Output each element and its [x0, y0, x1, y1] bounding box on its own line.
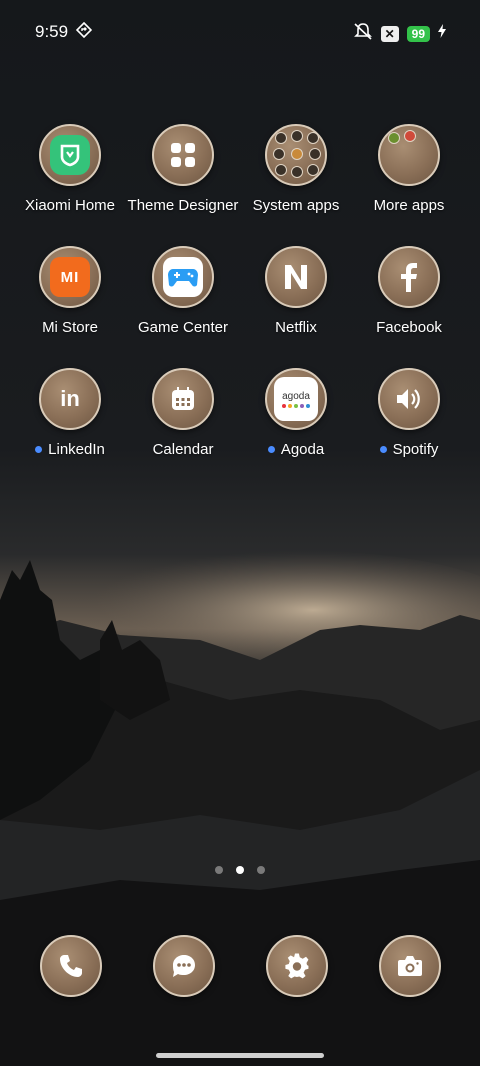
new-badge-dot — [267, 446, 275, 453]
page-dot-current[interactable] — [236, 866, 244, 874]
app-facebook[interactable]: Facebook — [353, 246, 465, 336]
folder-system-apps[interactable]: System apps — [240, 124, 352, 214]
app-label: Calendar — [152, 441, 214, 458]
app-spotify[interactable]: Spotify — [353, 368, 465, 458]
app-label: LinkedIn — [48, 441, 105, 458]
status-time: 9:59 — [35, 22, 69, 41]
app-calendar[interactable]: Calendar — [127, 368, 239, 458]
new-badge-dot — [379, 446, 387, 453]
app-label: Netflix — [275, 319, 317, 336]
dock-camera[interactable] — [379, 935, 441, 997]
settings-gear-icon — [266, 935, 328, 997]
app-label: More apps — [373, 197, 445, 214]
agoda-logo-icon: agoda — [265, 368, 327, 430]
folder-icon — [378, 124, 440, 186]
page-dot[interactable] — [215, 866, 223, 874]
mi-logo-icon: MI — [39, 246, 101, 308]
dock-messages[interactable] — [153, 935, 215, 997]
home-gesture-bar[interactable] — [156, 1053, 324, 1058]
app-label: Xiaomi Home — [24, 197, 116, 214]
app-linkedin[interactable]: in LinkedIn — [14, 368, 126, 458]
app-xiaomi-home[interactable]: Xiaomi Home — [14, 124, 126, 214]
linkedin-in-icon: in — [39, 368, 101, 430]
app-agoda[interactable]: agoda Agoda — [240, 368, 352, 458]
app-netflix[interactable]: Netflix — [240, 246, 352, 336]
folder-icon — [265, 124, 327, 186]
dock-phone[interactable] — [40, 935, 102, 997]
mi-logo-text: MI — [60, 268, 80, 286]
folder-more-apps[interactable]: More apps — [353, 124, 465, 214]
app-label: Agoda — [280, 441, 325, 458]
app-game-center[interactable]: Game Center — [127, 246, 239, 336]
gamepad-icon — [152, 246, 214, 308]
mi-home-icon — [39, 124, 101, 186]
diamond-location-icon — [75, 21, 93, 43]
new-badge-dot — [35, 446, 43, 453]
netflix-n-icon — [265, 246, 327, 308]
app-label: Game Center — [137, 319, 229, 336]
agoda-logo-text: agoda — [282, 390, 310, 402]
dock-settings[interactable] — [266, 935, 328, 997]
calendar-icon — [152, 368, 214, 430]
app-label: Mi Store — [42, 319, 98, 336]
facebook-f-icon — [378, 246, 440, 308]
charging-bolt-icon — [438, 24, 446, 43]
page-indicator — [0, 866, 480, 874]
app-label: Theme Designer — [127, 197, 239, 214]
x-box-icon: ✕ — [380, 25, 399, 42]
messages-icon — [153, 935, 215, 997]
page-dot[interactable] — [257, 866, 265, 874]
phone-icon — [40, 935, 102, 997]
speaker-icon — [378, 368, 440, 430]
silent-icon — [353, 22, 373, 45]
camera-icon — [379, 935, 441, 997]
status-bar: 9:59 ✕ 99 — [0, 0, 480, 62]
battery-icon: 99 — [406, 25, 430, 42]
app-mi-store[interactable]: MI Mi Store — [14, 246, 126, 336]
app-label: Facebook — [376, 319, 442, 336]
app-label: System apps — [252, 197, 340, 214]
four-squares-icon — [152, 124, 214, 186]
app-theme-designer[interactable]: Theme Designer — [127, 124, 239, 214]
app-label: Spotify — [392, 441, 439, 458]
